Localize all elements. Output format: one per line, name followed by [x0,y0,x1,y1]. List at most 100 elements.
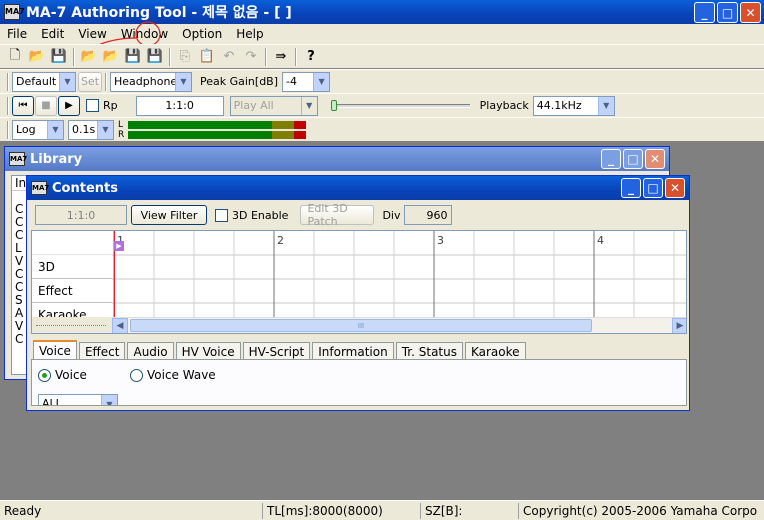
menu-option[interactable]: Option [175,27,229,41]
channel-l-label: L [118,119,124,130]
tab-audio[interactable]: Audio [127,342,174,360]
chevron-down-icon: ▼ [313,72,330,91]
chevron-down-icon: ▼ [59,72,75,91]
open-folder-icon[interactable]: 📂 [26,47,48,67]
tab-effect[interactable]: Effect [78,342,126,360]
timeline-grid[interactable]: 1234 3D Effect Karaoke ▶ ◀ III ▶ [31,230,687,334]
scale-value: Log [16,123,36,136]
library-icon: MA7 [9,152,27,166]
toolbar-grip [7,96,9,115]
open-folder2-icon[interactable]: 📂 [100,47,122,67]
radio-voice-group[interactable]: Voice [38,368,87,382]
zoom-slider[interactable] [32,317,112,333]
contents-tab-strip: Voice Effect Audio HV Voice HV-Script In… [33,340,528,360]
status-size: SZ[B]: [420,503,462,519]
level-red-l [294,120,307,129]
app-icon[interactable]: MA7 [4,4,25,20]
save-icon[interactable]: 💾 [48,47,70,67]
help-icon[interactable]: ? [300,47,322,67]
contents-minimize-button[interactable]: _ [621,178,641,198]
level-meter [128,120,307,139]
channel-labels: L R [118,120,124,140]
tab-hv-voice[interactable]: HV Voice [175,342,241,360]
tab-karaoke[interactable]: Karaoke [464,342,526,360]
preset-select[interactable]: Default ▼ [12,71,76,92]
position-field[interactable]: 1:1:0 [135,95,224,116]
menu-file[interactable]: File [0,27,34,41]
tab-information[interactable]: Information [312,342,394,360]
rewind-button[interactable]: ⏮ [12,95,34,116]
track-effect[interactable]: Effect [32,279,112,303]
peak-gain-select[interactable]: -4 ▼ [282,71,331,92]
measure-number: 3 [437,234,444,247]
horizontal-scrollbar[interactable]: ◀ III ▶ [112,317,686,333]
contents-icon: MA7 [31,181,49,195]
library-title-bar[interactable]: MA7 Library _ □ ✕ [5,147,669,171]
meter-toolbar: Log ▼ 0.1s ▼ L R [0,117,764,141]
toolbar-separator [265,47,267,66]
rp-checkbox[interactable] [86,99,99,112]
tab-voice[interactable]: Voice [33,340,77,360]
set-button[interactable]: Set [78,71,102,92]
view-filter-button[interactable]: View Filter [131,205,207,225]
filter-value: ALL [42,396,62,406]
contents-close-button[interactable]: ✕ [665,178,685,198]
level-green-l [128,120,273,129]
minimize-button[interactable]: _ [694,2,715,23]
open-project-icon[interactable]: 📂 [78,47,100,67]
new-file-icon[interactable]: 🗋 [4,47,26,67]
slider-thumb[interactable] [330,99,337,111]
div-label: Div [382,208,401,222]
play-mode-select[interactable]: Play All ▼ [229,95,318,116]
enable-3d-checkbox[interactable] [215,208,228,222]
redo-icon[interactable]: ↷ [240,47,262,67]
contents-position-field[interactable]: 1:1:0 [35,205,127,225]
library-close-button[interactable]: ✕ [645,149,665,169]
volume-slider[interactable] [330,99,470,111]
voice-tab-panel: Voice Voice Wave ALL ▼ [31,359,687,406]
scroll-right-icon[interactable]: ▶ [672,318,686,333]
contents-maximize-button[interactable]: □ [643,178,663,198]
close-button[interactable]: ✕ [740,2,761,23]
maximize-button[interactable]: □ [717,2,738,23]
radio-voice-wave-group[interactable]: Voice Wave [130,368,216,382]
timeline-grid-lines: 1234 [32,231,686,321]
track-3d[interactable]: 3D [32,255,112,279]
library-maximize-button[interactable]: □ [623,149,643,169]
save-red-icon[interactable]: 💾 [144,47,166,67]
edit-3d-patch-button[interactable]: Edit 3D Patch [300,202,375,228]
scroll-left-icon[interactable]: ◀ [112,318,128,333]
save-disabled-icon[interactable]: 💾 [122,47,144,67]
playback-label: Playback [479,99,529,112]
radio-voice-wave[interactable] [130,368,143,382]
play-mode-value: Play All [233,99,274,112]
playhead-marker-icon[interactable]: ▶ [114,241,124,251]
status-ready: Ready [4,504,42,518]
div-field[interactable]: 960 [404,205,453,225]
level-green-r [128,130,273,139]
scale-select[interactable]: Log ▼ [12,119,64,140]
contents-title: Contents [52,180,118,196]
paste-icon[interactable]: 📋 [196,47,218,67]
radio-voice[interactable] [38,368,51,382]
filter-select[interactable]: ALL ▼ [38,394,118,406]
copy-icon[interactable]: ⎘ [174,47,196,67]
menu-help[interactable]: Help [229,27,270,41]
output-toolbar: Default ▼ Set Headphone ▼ Peak Gain[dB] … [0,69,764,93]
contents-title-bar[interactable]: MA7 Contents _ □ ✕ [27,176,689,200]
level-olive-l [272,120,295,129]
play-button[interactable]: ▶ [58,95,80,116]
menu-edit[interactable]: Edit [34,27,71,41]
toolbar-separator [295,47,297,66]
playback-rate-select[interactable]: 44.1kHz ▼ [532,95,615,116]
scroll-thumb[interactable]: III [130,319,592,332]
library-minimize-button[interactable]: _ [601,149,621,169]
undo-icon[interactable]: ↶ [218,47,240,67]
time-select[interactable]: 0.1s ▼ [68,119,114,140]
export-icon[interactable]: ⇛ [270,47,292,67]
tab-tr-status[interactable]: Tr. Status [395,342,463,360]
tab-hv-script[interactable]: HV-Script [242,342,311,360]
stop-button[interactable]: ■ [35,95,57,116]
radio-voice-wave-label: Voice Wave [147,368,216,382]
output-select[interactable]: Headphone ▼ [110,71,192,92]
